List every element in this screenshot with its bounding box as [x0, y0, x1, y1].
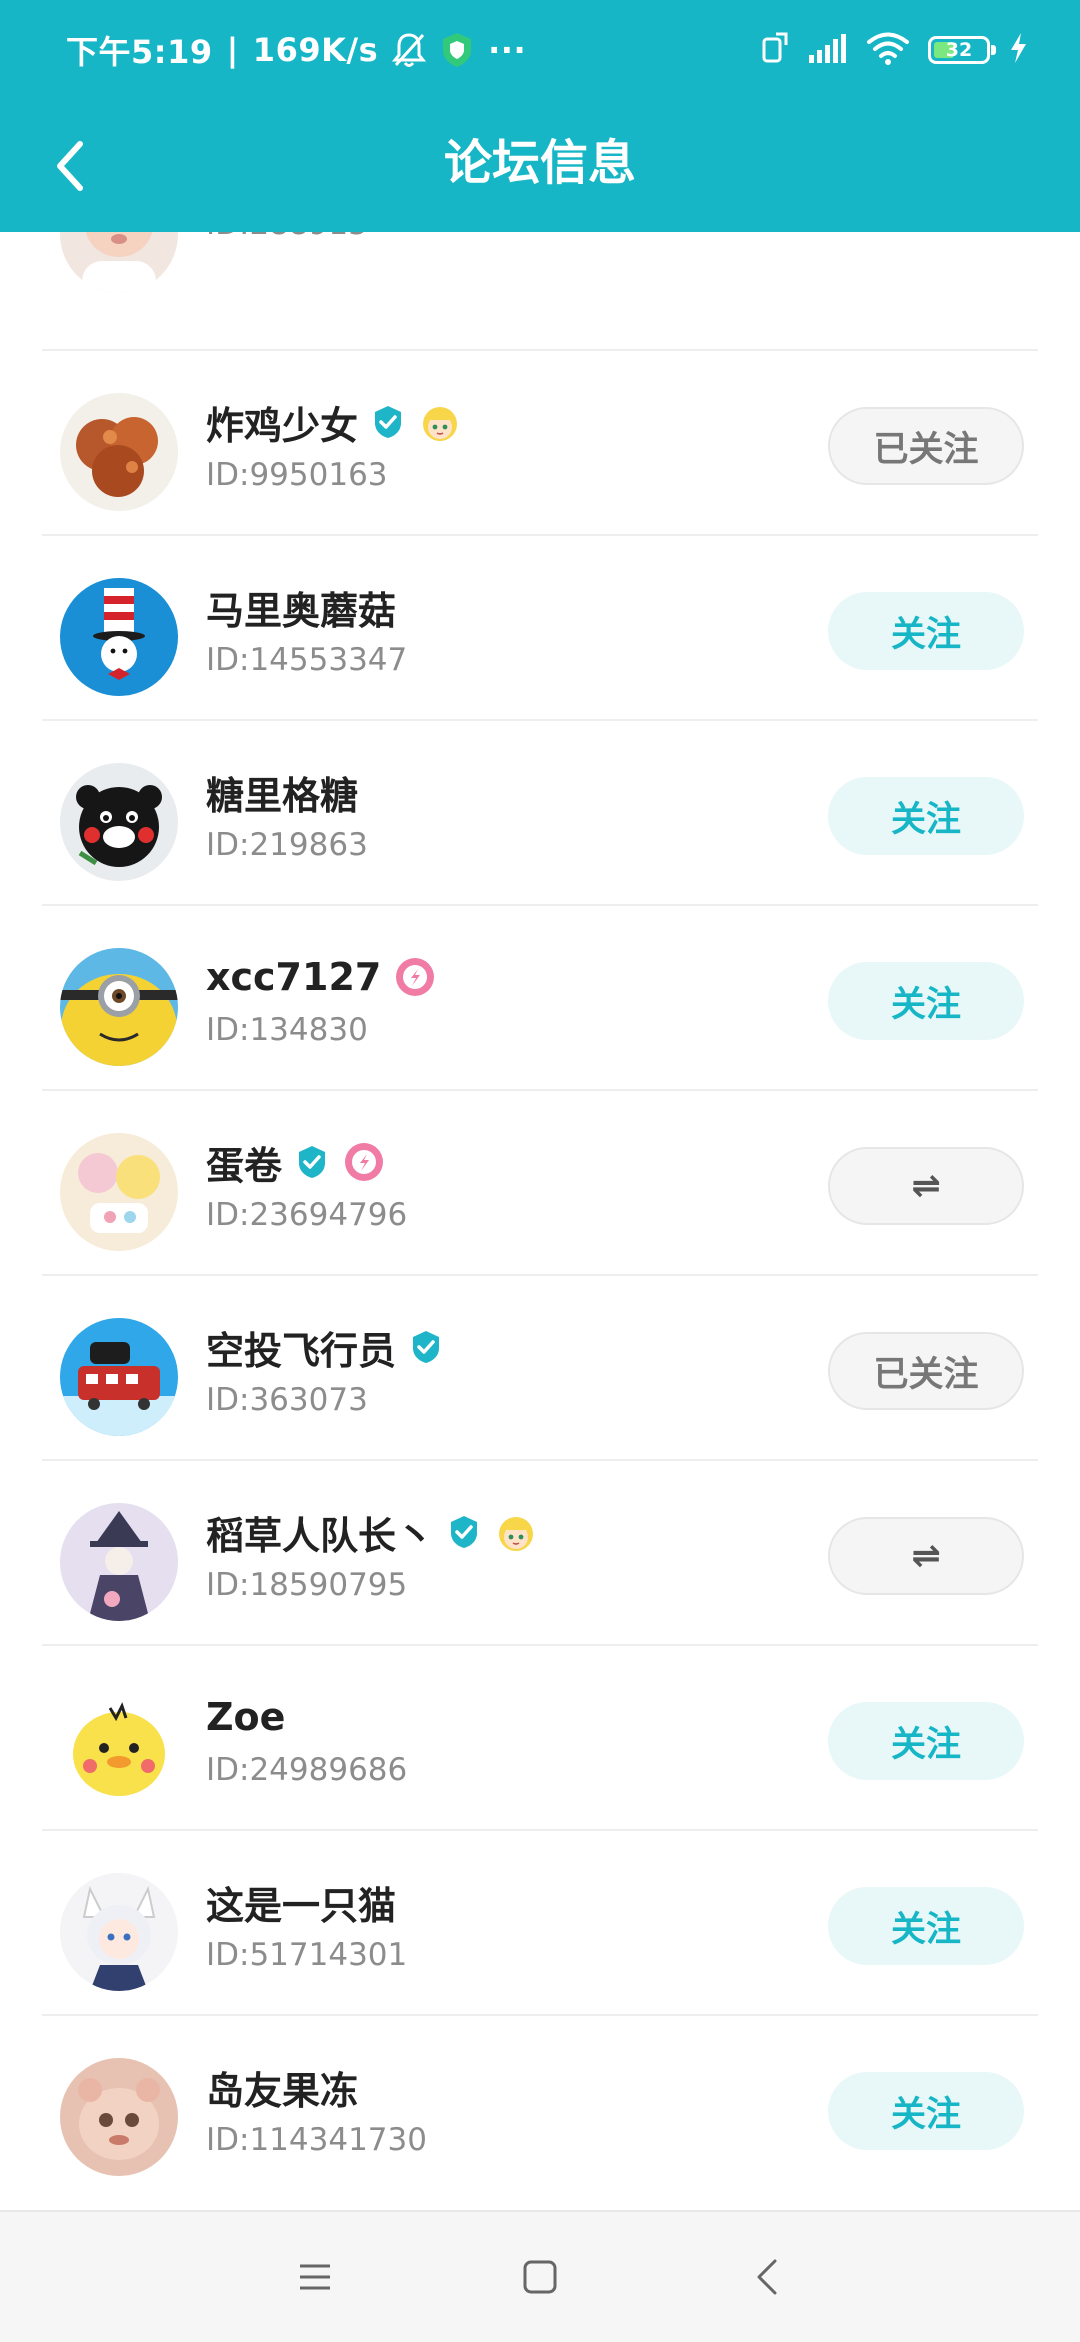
user-name: xcc7127: [206, 955, 382, 999]
page-title: 论坛信息: [443, 135, 636, 191]
avatar[interactable]: [60, 1318, 178, 1436]
follow-button[interactable]: 关注: [828, 962, 1024, 1040]
user-name: 稻草人队长丶: [206, 1513, 435, 1558]
user-name: 这是一只猫: [206, 1883, 397, 1928]
user-name: 糖里格糖: [206, 773, 359, 818]
mutual-follow-button[interactable]: ⇌: [828, 1147, 1024, 1225]
back-triangle-icon: [757, 2259, 777, 2295]
level-badge-icon: [393, 955, 437, 999]
kumamon-avatar-image: [60, 763, 178, 881]
avatar[interactable]: [60, 578, 178, 696]
avatar[interactable]: [60, 393, 178, 511]
menu-button[interactable]: [280, 2242, 350, 2312]
system-nav-bar: [0, 2210, 1080, 2342]
home-square-icon: [523, 2260, 557, 2294]
user-id: ID:363073: [206, 1382, 368, 1418]
user-id: ID:23694796: [206, 1197, 408, 1233]
status-bar: 下午5:19 | 169K/s ··· 32: [0, 0, 1080, 100]
verified-badge-icon: [294, 1144, 330, 1180]
status-separator: |: [226, 31, 239, 69]
avatar[interactable]: [60, 1873, 178, 1991]
home-button[interactable]: [505, 2242, 575, 2312]
avatar[interactable]: [60, 2058, 178, 2176]
plush-doll-avatar-image: [60, 2058, 178, 2176]
swap-arrows-icon: ⇌: [911, 1166, 941, 1206]
minion-avatar-image: [60, 948, 178, 1066]
list-item[interactable]: 炸鸡少女 ID:9950163 已关注: [0, 351, 1080, 536]
avatar[interactable]: [60, 1503, 178, 1621]
follow-button[interactable]: 关注: [828, 1887, 1024, 1965]
follow-button[interactable]: 关注: [828, 777, 1024, 855]
followed-button[interactable]: 已关注: [828, 1332, 1024, 1410]
status-time: 下午5:19: [66, 33, 213, 71]
shield-app-icon: [440, 31, 474, 69]
followed-button[interactable]: 已关注: [828, 407, 1024, 485]
user-id: ID:24989686: [206, 1752, 408, 1788]
wifi-icon: [866, 31, 910, 69]
list-item[interactable]: 马里奥蘑菇 ID:14553347 关注: [0, 536, 1080, 721]
airdrop-pilot-avatar-image: [60, 1318, 178, 1436]
list-item[interactable]: 岛友果冻 ID:114341730 关注: [0, 2016, 1080, 2201]
user-name: Zoe: [206, 1695, 286, 1739]
user-name: 炸鸡少女: [206, 403, 359, 448]
user-id: ID:134830: [206, 1012, 368, 1048]
scarecrow-avatar-image: [60, 1503, 178, 1621]
user-name: 空投飞行员: [206, 1328, 397, 1373]
network-speed: 169K/s: [252, 31, 379, 69]
user-id: ID:51714301: [206, 1937, 408, 1973]
list-item[interactable]: 空投飞行员 ID:363073 已关注: [0, 1276, 1080, 1461]
mutual-follow-button[interactable]: ⇌: [828, 1517, 1024, 1595]
avatar[interactable]: [60, 763, 178, 881]
title-bar: 论坛信息: [0, 100, 1080, 232]
fox-girl-avatar-image: [60, 1873, 178, 1991]
list-item[interactable]: Zoe ID:24989686 关注: [0, 1646, 1080, 1831]
avatar[interactable]: [60, 1133, 178, 1251]
list-item[interactable]: 稻草人队长丶 ID:18590795 ⇌: [0, 1461, 1080, 1646]
follow-button[interactable]: 关注: [828, 2072, 1024, 2150]
anime-girl-badge-icon: [494, 1510, 538, 1554]
list-item[interactable]: 糖里格糖 ID:219863 关注: [0, 721, 1080, 906]
cat-in-hat-avatar-image: [60, 578, 178, 696]
app-header: 下午5:19 | 169K/s ··· 32 论坛信息: [0, 0, 1080, 232]
bell-muted-icon: [392, 31, 427, 69]
list-item[interactable]: 蛋卷 ID:23694796 ⇌: [0, 1091, 1080, 1276]
rotate-lock-icon: [760, 31, 790, 69]
verified-badge-icon: [408, 1329, 444, 1365]
sweets-photo-avatar-image: [60, 1133, 178, 1251]
menu-icon: [300, 2264, 330, 2290]
list-item[interactable]: xcc7127 ID:134830 关注: [0, 906, 1080, 1091]
user-name: 蛋卷: [206, 1143, 283, 1188]
user-id: ID:114341730: [206, 2122, 427, 2158]
yellow-duck-avatar-image: [60, 1688, 178, 1806]
more-notifications-icon: ···: [488, 31, 527, 69]
list-item[interactable]: 这是一只猫 ID:51714301 关注: [0, 1831, 1080, 2016]
follow-button[interactable]: 关注: [828, 592, 1024, 670]
user-id: ID:219863: [206, 827, 368, 863]
battery-level: 32: [945, 39, 973, 61]
user-name: 马里奥蘑菇: [206, 588, 397, 633]
user-id: ID:9950163: [206, 457, 388, 493]
anime-girl-badge-icon: [418, 400, 462, 444]
verified-badge-icon: [446, 1514, 482, 1550]
avatar[interactable]: [60, 1688, 178, 1806]
user-name: 岛友果冻: [206, 2068, 359, 2113]
signal-icon: [808, 33, 848, 67]
user-id: ID:18590795: [206, 1567, 408, 1603]
level-badge-icon: [342, 1140, 386, 1184]
verified-badge-icon: [370, 404, 406, 440]
swap-arrows-icon: ⇌: [911, 1536, 941, 1576]
charging-bolt-icon: [1008, 32, 1028, 68]
avatar[interactable]: [60, 948, 178, 1066]
battery-icon: 32: [928, 36, 996, 64]
fried-chicken-avatar-image: [60, 393, 178, 511]
user-id: ID:14553347: [206, 642, 408, 678]
follow-button[interactable]: 关注: [828, 1702, 1024, 1780]
nav-back-button[interactable]: [732, 2242, 802, 2312]
